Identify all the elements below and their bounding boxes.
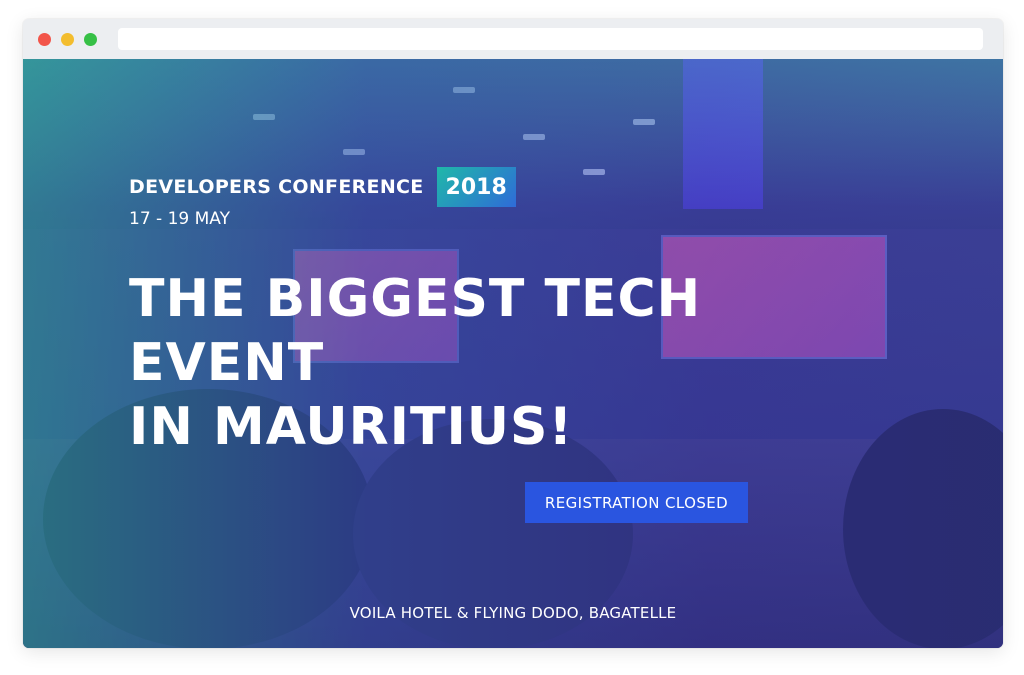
conference-title-row: DEVELOPERS CONFERENCE 2018 [129,167,516,207]
conference-name: DEVELOPERS CONFERENCE [129,176,424,198]
year-badge: 2018 [436,167,516,207]
event-venue: VOILA HOTEL & FLYING DODO, BAGATELLE [349,604,677,622]
window-maximize-icon[interactable] [84,33,97,46]
browser-window: DEVELOPERS CONFERENCE 2018 17 - 19 MAY T… [23,19,1003,648]
hero-section: DEVELOPERS CONFERENCE 2018 17 - 19 MAY T… [23,59,1003,648]
registration-button[interactable]: REGISTRATION CLOSED [525,482,748,523]
event-dates: 17 - 19 MAY [129,209,230,229]
browser-titlebar [23,19,1003,59]
hero-content: DEVELOPERS CONFERENCE 2018 17 - 19 MAY T… [23,59,1003,648]
headline-line-1: THE BIGGEST TECH EVENT [129,269,702,393]
headline-line-2: IN MAURITIUS! [129,397,574,457]
address-bar[interactable] [118,28,983,50]
window-close-icon[interactable] [38,33,51,46]
window-minimize-icon[interactable] [61,33,74,46]
hero-headline: THE BIGGEST TECH EVENT IN MAURITIUS! [129,267,889,459]
